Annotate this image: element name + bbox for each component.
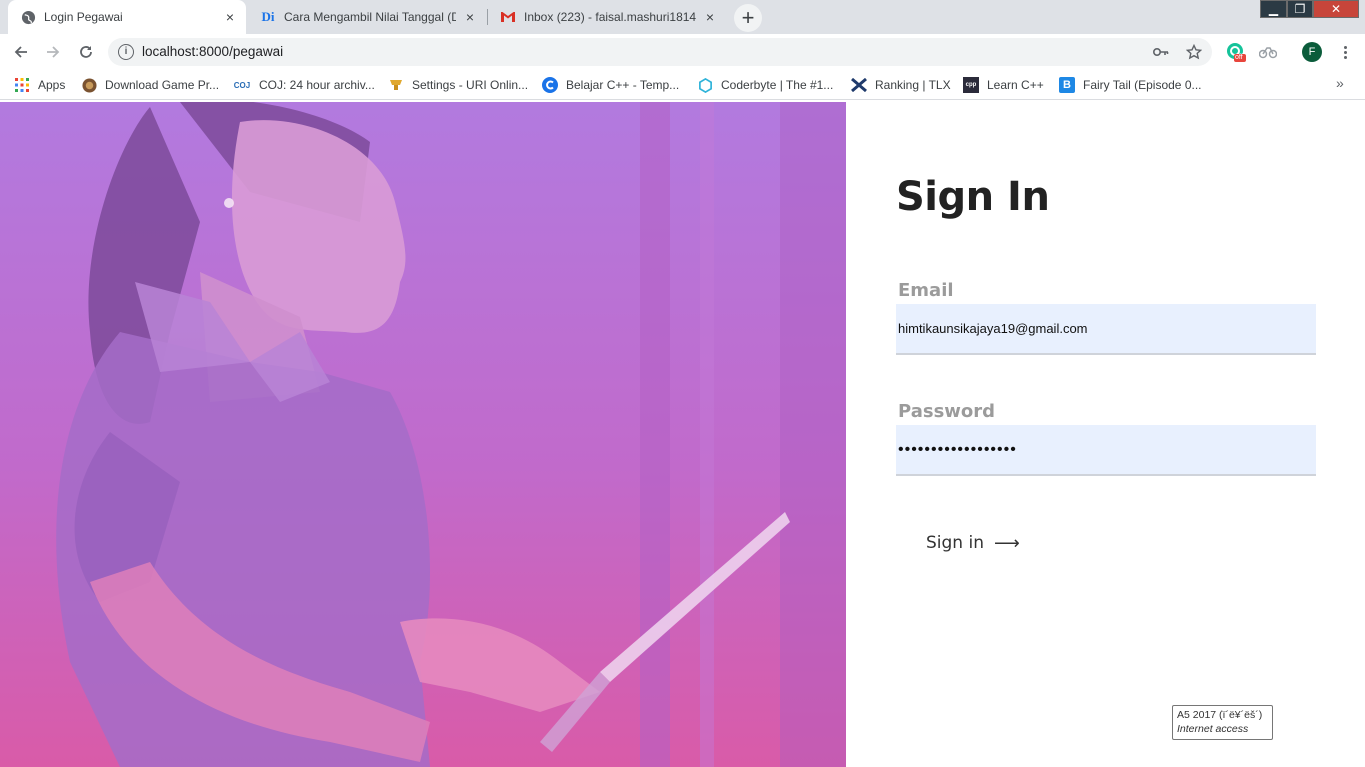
profile-avatar[interactable]: F — [1302, 42, 1322, 62]
cpp-icon: cpp — [963, 77, 979, 93]
bookmarks-overflow-icon[interactable]: » — [1336, 75, 1344, 91]
game-icon — [81, 77, 97, 93]
bookmark-coderbyte[interactable]: Coderbyte | The #1... — [697, 76, 833, 94]
key-icon[interactable] — [1152, 43, 1170, 61]
network-tooltip: A5 2017 (ï´ë¥´ëš´) Internet access — [1172, 705, 1273, 740]
coderbyte-icon — [697, 77, 713, 93]
bookmark-label: Ranking | TLX — [875, 78, 951, 92]
tab-inbox[interactable]: Inbox (223) - faisal.mashuri18143 × — [488, 0, 726, 34]
url-text: localhost:8000/pegawai — [142, 44, 284, 59]
extension-badge: off — [1235, 54, 1243, 61]
window-close-button[interactable]: ✕ — [1313, 0, 1359, 18]
b-icon: B — [1059, 77, 1075, 93]
coj-icon: COJ — [233, 80, 251, 90]
uri-icon — [388, 77, 404, 93]
network-status: Internet access — [1177, 723, 1249, 735]
forward-button[interactable] — [40, 39, 66, 65]
bookmark-star-icon[interactable] — [1185, 43, 1203, 61]
tab-close-icon[interactable]: × — [462, 9, 478, 25]
restore-button[interactable]: ❐ — [1287, 0, 1313, 18]
bookmark-learn-cpp[interactable]: cpp Learn C++ — [963, 76, 1044, 94]
new-tab-button[interactable]: + — [734, 4, 762, 32]
bookmark-label: Coderbyte | The #1... — [721, 78, 834, 92]
minimize-button[interactable]: ▁ — [1260, 0, 1287, 18]
bookmark-label: Learn C++ — [987, 78, 1044, 92]
tab-cara-mengambil[interactable]: Di Cara Mengambil Nilai Tanggal (D × — [248, 0, 486, 34]
di-icon: Di — [261, 9, 275, 24]
address-bar[interactable]: i localhost:8000/pegawai — [108, 38, 1212, 66]
bookmark-apps[interactable]: Apps — [14, 76, 65, 94]
bookmark-label: Download Game Pr... — [105, 78, 220, 92]
window-controls: ▁ ❐ ✕ — [1260, 0, 1359, 18]
bookmark-belajar-cpp[interactable]: Belajar C++ - Temp... — [542, 76, 679, 94]
apps-grid-icon — [14, 77, 30, 93]
c-icon — [542, 77, 558, 93]
tab-title: Login Pegawai — [44, 10, 123, 24]
reload-button[interactable] — [73, 39, 99, 65]
tlx-icon — [851, 77, 867, 93]
reload-icon — [80, 46, 92, 58]
gmail-icon — [500, 9, 516, 25]
bookmark-coj[interactable]: COJ COJ: 24 hour archiv... — [233, 76, 375, 94]
bookmark-download-game[interactable]: Download Game Pr... — [81, 76, 219, 94]
login-page: Sign In Email Password Sign in ⟶ — [0, 102, 1365, 767]
email-label: Email — [898, 280, 954, 301]
site-info-icon[interactable]: i — [118, 44, 134, 60]
login-form-panel: Sign In Email Password Sign in ⟶ — [846, 102, 1365, 767]
hero-illustration — [0, 102, 846, 767]
bookmark-label: Belajar C++ - Temp... — [566, 78, 680, 92]
password-field[interactable] — [896, 425, 1316, 476]
tab-login-pegawai[interactable]: Login Pegawai × — [8, 0, 246, 34]
bookmark-fairy-tail[interactable]: B Fairy Tail (Episode 0... — [1059, 76, 1202, 94]
email-field[interactable] — [896, 304, 1316, 355]
password-label: Password — [898, 401, 996, 422]
bookmark-label: Settings - URI Onlin... — [412, 78, 529, 92]
bookmark-label: COJ: 24 hour archiv... — [259, 78, 375, 92]
chrome-menu-icon[interactable] — [1338, 42, 1352, 62]
bookmark-tlx[interactable]: Ranking | TLX — [851, 76, 951, 94]
tab-title: Inbox (223) - faisal.mashuri18143 — [524, 10, 696, 24]
forward-arrow-icon — [47, 46, 60, 58]
tab-close-icon[interactable]: × — [702, 9, 718, 25]
browser-toolbar: i localhost:8000/pegawai off F — [0, 34, 1365, 70]
bookmark-label: Apps — [38, 78, 66, 92]
hero-image-woman-with-tablet — [0, 102, 846, 767]
bookmarks-bar: Apps Download Game Pr... COJ COJ: 24 hou… — [0, 70, 1365, 100]
browser-tab-strip: Login Pegawai × Di Cara Mengambil Nilai … — [0, 0, 1365, 34]
back-button[interactable] — [8, 39, 34, 65]
sign-in-button[interactable]: Sign in ⟶ — [926, 531, 1020, 555]
bookmark-label: Fairy Tail (Episode 0... — [1083, 78, 1202, 92]
tab-close-icon[interactable]: × — [222, 9, 238, 25]
tab-title: Cara Mengambil Nilai Tanggal (D — [284, 10, 456, 24]
vpn-extension-icon[interactable] — [1258, 42, 1278, 62]
arrow-right-icon: ⟶ — [993, 532, 1020, 554]
network-name: A5 2017 (ï´ë¥´ëš´) — [1177, 709, 1263, 721]
globe-icon — [20, 9, 36, 25]
back-arrow-icon — [14, 46, 27, 58]
sign-in-label: Sign in — [926, 533, 984, 553]
page-title: Sign In — [896, 174, 1050, 220]
grammarly-extension-icon[interactable]: off — [1226, 42, 1246, 62]
bookmark-uri[interactable]: Settings - URI Onlin... — [388, 76, 528, 94]
